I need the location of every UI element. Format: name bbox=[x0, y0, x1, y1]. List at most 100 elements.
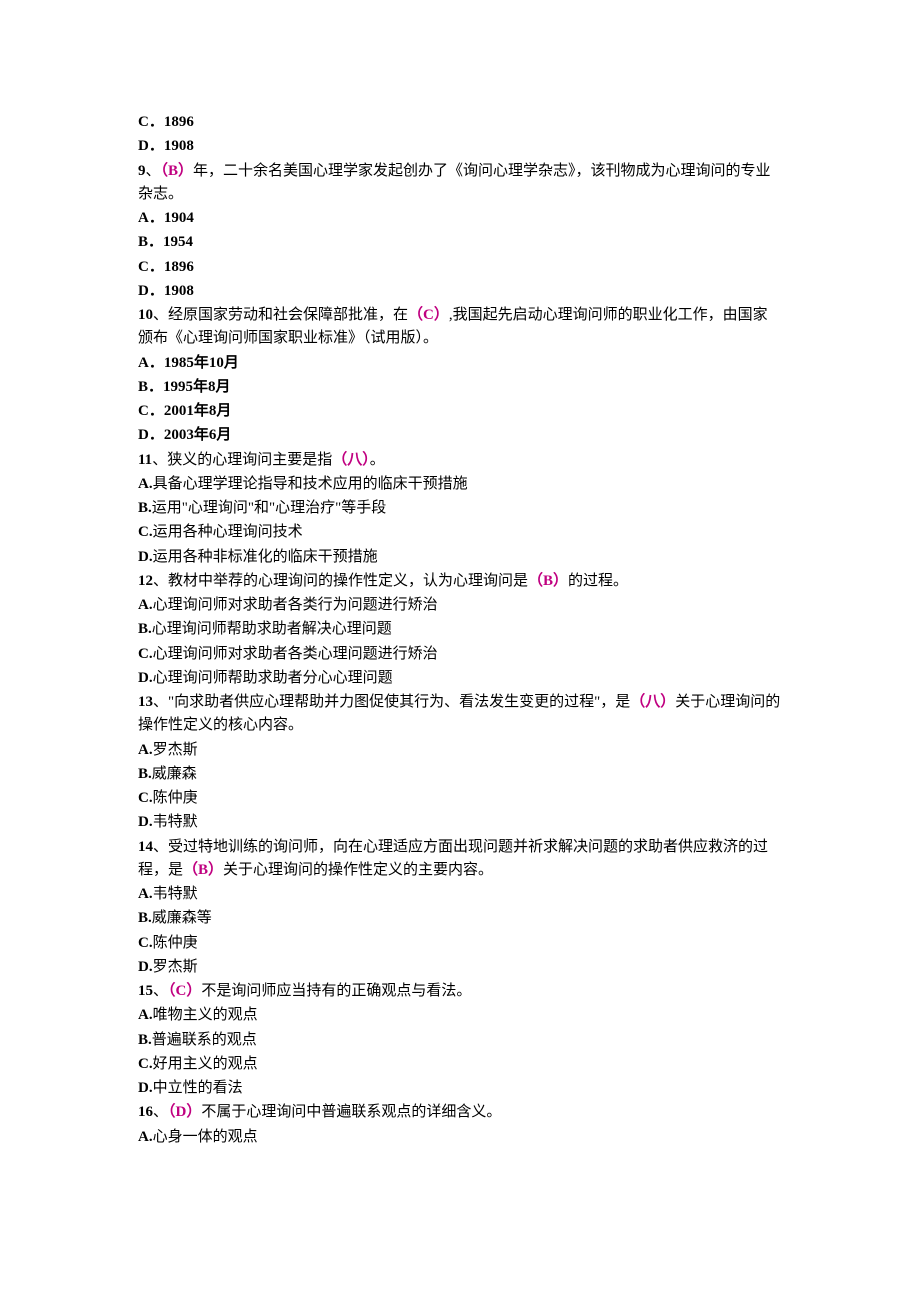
q12-a-text: 心理询问师对求助者各类行为问题进行矫治 bbox=[153, 597, 438, 613]
q15-option-d: D.中立性的看法 bbox=[138, 1077, 782, 1100]
q14-stem: 14、受过特地训练的询问师，向在心理适应方面出现问题并祈求解决问题的求助者供应救… bbox=[138, 836, 782, 883]
q11-option-d: D.运用各种非标准化的临床干预措施 bbox=[138, 546, 782, 569]
prev-option-d: D．1908 bbox=[138, 135, 782, 158]
q13-answer: （八） bbox=[630, 694, 675, 710]
q14-option-d: D.罗杰斯 bbox=[138, 956, 782, 979]
q14-option-a: A.韦特默 bbox=[138, 883, 782, 906]
q11-pre: 、狭义的心理询问主要是指 bbox=[152, 452, 332, 468]
q12-b-label: B. bbox=[138, 621, 152, 637]
q13-pre: 、"向求助者供应心理帮助并力图促使其行为、看法发生变更的过程"，是 bbox=[153, 694, 630, 710]
q11-a-text: 具备心理学理论指导和技术应用的临床干预措施 bbox=[153, 476, 468, 492]
q9-post: 年，二十余名美国心理学家发起创办了《询问心理学杂志》，该刊物成为心理询问的专业杂… bbox=[138, 163, 771, 202]
q12-post: 的过程。 bbox=[568, 573, 628, 589]
q10-stem: 10、经原国家劳动和社会保障部批准，在（C）,我国起先启动心理询问师的职业化工作… bbox=[138, 304, 782, 351]
q9-pre: 、 bbox=[146, 163, 161, 179]
q14-c-text: 陈仲庚 bbox=[153, 935, 198, 951]
q15-option-b: B.普遍联系的观点 bbox=[138, 1029, 782, 1052]
q12-pre: 、教材中举荐的心理询问的操作性定义，认为心理询问是 bbox=[153, 573, 528, 589]
q15-option-c: C.好用主义的观点 bbox=[138, 1053, 782, 1076]
q11-b-label: B. bbox=[138, 500, 152, 516]
q10-answer: （C） bbox=[408, 307, 449, 323]
q11-post: 。 bbox=[370, 452, 385, 468]
q15-b-label: B. bbox=[138, 1032, 152, 1048]
q9-answer: （B） bbox=[161, 163, 194, 179]
q10-pre: 、经原国家劳动和社会保障部批准，在 bbox=[153, 307, 408, 323]
document-page: C．1896 D．1908 9、（B）年，二十余名美国心理学家发起创办了《询问心… bbox=[0, 0, 920, 1210]
q16-a-label: A. bbox=[138, 1129, 153, 1145]
q15-a-text: 唯物主义的观点 bbox=[153, 1007, 258, 1023]
q14-d-label: D. bbox=[138, 959, 153, 975]
q15-pre: 、 bbox=[153, 983, 168, 999]
q15-b-text: 普遍联系的观点 bbox=[152, 1032, 257, 1048]
q14-post: 关于心理询问的操作性定义的主要内容。 bbox=[223, 862, 493, 878]
q14-c-label: C. bbox=[138, 935, 153, 951]
q14-option-b: B.威廉森等 bbox=[138, 907, 782, 930]
q12-b-text: 心理询问师帮助求助者解决心理问题 bbox=[152, 621, 392, 637]
q12-d-text: 心理询问师帮助求助者分心心理问题 bbox=[153, 670, 393, 686]
q16-stem: 16、（D）不属于心理询问中普遍联系观点的详细含义。 bbox=[138, 1101, 782, 1124]
q15-c-text: 好用主义的观点 bbox=[153, 1056, 258, 1072]
q11-option-c: C.运用各种心理询问技术 bbox=[138, 521, 782, 544]
q12-answer: （B） bbox=[528, 573, 568, 589]
q13-d-label: D. bbox=[138, 814, 153, 830]
q13-b-label: B. bbox=[138, 766, 152, 782]
prev-option-c: C．1896 bbox=[138, 111, 782, 134]
q13-option-c: C.陈仲庚 bbox=[138, 787, 782, 810]
q14-answer: （B） bbox=[183, 862, 223, 878]
q9-stem: 9、（B）年，二十余名美国心理学家发起创办了《询问心理学杂志》，该刊物成为心理询… bbox=[138, 160, 782, 207]
q16-a-text: 心身一体的观点 bbox=[153, 1129, 258, 1145]
q9-option-c: C．1896 bbox=[138, 256, 782, 279]
q14-d-text: 罗杰斯 bbox=[153, 959, 198, 975]
q16-number: 16 bbox=[138, 1104, 153, 1120]
q12-a-label: A. bbox=[138, 597, 153, 613]
q10-option-b: B．1995年8月 bbox=[138, 376, 782, 399]
q13-option-b: B.威廉森 bbox=[138, 763, 782, 786]
q12-number: 12 bbox=[138, 573, 153, 589]
q12-option-d: D.心理询问师帮助求助者分心心理问题 bbox=[138, 667, 782, 690]
q9-number: 9 bbox=[138, 163, 146, 179]
q12-stem: 12、教材中举荐的心理询问的操作性定义，认为心理询问是（B）的过程。 bbox=[138, 570, 782, 593]
q15-number: 15 bbox=[138, 983, 153, 999]
q13-a-label: A. bbox=[138, 742, 153, 758]
q10-option-c: C．2001年8月 bbox=[138, 400, 782, 423]
q12-option-b: B.心理询问师帮助求助者解决心理问题 bbox=[138, 618, 782, 641]
q12-option-a: A.心理询问师对求助者各类行为问题进行矫治 bbox=[138, 594, 782, 617]
q13-a-text: 罗杰斯 bbox=[153, 742, 198, 758]
q14-a-label: A. bbox=[138, 886, 153, 902]
q14-option-c: C.陈仲庚 bbox=[138, 932, 782, 955]
q11-d-text: 运用各种非标准化的临床干预措施 bbox=[153, 549, 378, 565]
q15-d-label: D. bbox=[138, 1080, 153, 1096]
q14-number: 14 bbox=[138, 839, 153, 855]
q15-option-a: A.唯物主义的观点 bbox=[138, 1004, 782, 1027]
q11-d-label: D. bbox=[138, 549, 153, 565]
q13-stem: 13、"向求助者供应心理帮助并力图促使其行为、看法发生变更的过程"，是（八）关于… bbox=[138, 691, 782, 738]
q15-c-label: C. bbox=[138, 1056, 153, 1072]
q11-number: 11 bbox=[138, 452, 152, 468]
q15-stem: 15、（C）不是询问师应当持有的正确观点与看法。 bbox=[138, 980, 782, 1003]
q9-option-a: A．1904 bbox=[138, 207, 782, 230]
q9-option-b: B．1954 bbox=[138, 231, 782, 254]
q16-answer: （D） bbox=[168, 1104, 201, 1120]
q12-c-text: 心理询问师对求助者各类心理问题进行矫治 bbox=[153, 646, 438, 662]
q11-b-text: 运用"心理询问"和"心理治疗"等手段 bbox=[152, 500, 387, 516]
q11-a-label: A. bbox=[138, 476, 153, 492]
q15-post: 不是询问师应当持有的正确观点与看法。 bbox=[201, 983, 471, 999]
q14-b-label: B. bbox=[138, 910, 152, 926]
q13-d-text: 韦特默 bbox=[153, 814, 198, 830]
q11-answer: （八） bbox=[332, 452, 370, 468]
q13-option-a: A.罗杰斯 bbox=[138, 739, 782, 762]
q11-stem: 11、狭义的心理询问主要是指（八）。 bbox=[138, 449, 782, 472]
q12-option-c: C.心理询问师对求助者各类心理问题进行矫治 bbox=[138, 643, 782, 666]
q15-a-label: A. bbox=[138, 1007, 153, 1023]
q12-d-label: D. bbox=[138, 670, 153, 686]
q11-c-text: 运用各种心理询问技术 bbox=[153, 524, 303, 540]
q15-answer: （C） bbox=[168, 983, 201, 999]
q16-post: 不属于心理询问中普遍联系观点的详细含义。 bbox=[201, 1104, 501, 1120]
q10-option-a: A．1985年10月 bbox=[138, 352, 782, 375]
q13-c-text: 陈仲庚 bbox=[153, 790, 198, 806]
q15-d-text: 中立性的看法 bbox=[153, 1080, 243, 1096]
q10-option-d: D．2003年6月 bbox=[138, 424, 782, 447]
q11-c-label: C. bbox=[138, 524, 153, 540]
q12-c-label: C. bbox=[138, 646, 153, 662]
q14-a-text: 韦特默 bbox=[153, 886, 198, 902]
